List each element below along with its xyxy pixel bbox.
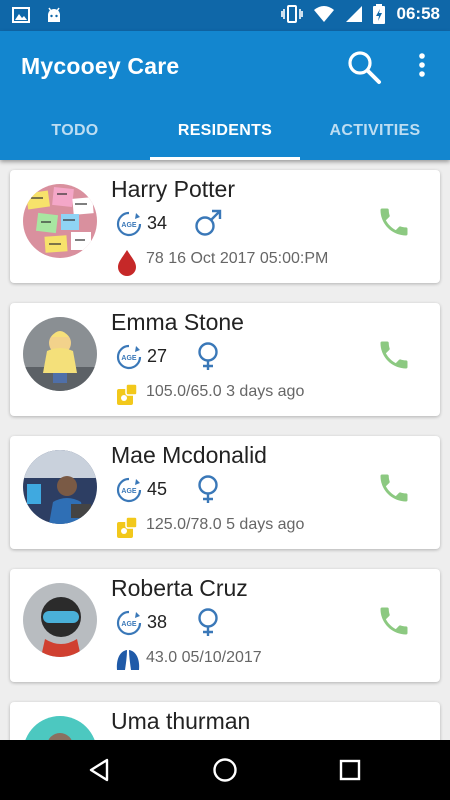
age-value: 27	[147, 346, 168, 366]
app-bar: Mycooey Care TODO RESIDENTS ACTIVITIES	[0, 31, 450, 160]
avatar	[23, 716, 97, 740]
svg-text:AGE: AGE	[121, 355, 137, 362]
age-value: 34	[147, 213, 168, 233]
svg-text:AGE: AGE	[121, 222, 137, 229]
home-icon[interactable]	[211, 756, 239, 784]
navigation-bar	[0, 740, 450, 800]
search-icon[interactable]	[346, 49, 382, 85]
resident-name: Mae Mcdonalid	[111, 442, 267, 468]
back-icon[interactable]	[86, 756, 114, 784]
status-time: 06:58	[396, 4, 440, 23]
female-icon	[198, 342, 218, 370]
tab-bar: TODO RESIDENTS ACTIVITIES	[0, 113, 450, 160]
resident-card[interactable]: Mae Mcdonalid AGE 45 125.0/78.0 5 days a…	[10, 436, 440, 549]
more-options-icon[interactable]	[412, 49, 432, 85]
age-icon: AGE	[116, 610, 142, 636]
active-tab-indicator	[150, 157, 300, 160]
tab-label: TODO	[51, 122, 99, 139]
residents-list[interactable]: Harry Potter AGE 34 78 16 Oct 2017 05:00…	[0, 160, 450, 740]
resident-name: Harry Potter	[111, 176, 235, 202]
tab-residents[interactable]: RESIDENTS	[150, 113, 300, 160]
age-icon: AGE	[116, 477, 142, 503]
signal-icon	[345, 6, 362, 22]
svg-text:AGE: AGE	[121, 488, 137, 495]
resident-name: Uma thurman	[111, 708, 251, 734]
call-icon[interactable]	[376, 603, 412, 639]
male-icon	[195, 209, 222, 236]
age-value: 45	[147, 479, 168, 499]
recent-apps-icon[interactable]	[336, 756, 364, 784]
resident-card[interactable]: Uma thurman	[10, 702, 440, 740]
female-icon	[198, 608, 218, 636]
resident-name: Emma Stone	[111, 309, 244, 335]
app-title: Mycooey Care	[21, 53, 180, 79]
call-icon[interactable]	[376, 470, 412, 506]
lungs-icon	[116, 650, 140, 670]
status-bar: 06:58	[0, 0, 450, 31]
tab-todo[interactable]: TODO	[0, 113, 150, 160]
vital-reading: 78 16 Oct 2017 05:00:PM	[146, 250, 329, 267]
vital-reading: 125.0/78.0 5 days ago	[146, 516, 305, 533]
tab-label: RESIDENTS	[177, 122, 273, 139]
age-icon: AGE	[116, 211, 142, 237]
tab-label: ACTIVITIES	[329, 122, 421, 139]
avatar	[23, 583, 97, 657]
age-icon: AGE	[116, 344, 142, 370]
resident-card[interactable]: Harry Potter AGE 34 78 16 Oct 2017 05:00…	[10, 170, 440, 283]
resident-card[interactable]: Emma Stone AGE 27 105.0/65.0 3 days ago	[10, 303, 440, 416]
blood-pressure-icon	[117, 516, 138, 538]
vital-reading: 105.0/65.0 3 days ago	[146, 383, 305, 400]
call-icon[interactable]	[376, 204, 412, 240]
image-notification-icon	[12, 7, 30, 23]
battery-icon	[372, 4, 385, 24]
resident-card[interactable]: Roberta Cruz AGE 38 43.0 05/10/2017	[10, 569, 440, 682]
vital-reading: 43.0 05/10/2017	[146, 649, 262, 666]
resident-name: Roberta Cruz	[111, 575, 248, 601]
tab-activities[interactable]: ACTIVITIES	[300, 113, 450, 160]
call-icon[interactable]	[376, 337, 412, 373]
wifi-icon	[313, 6, 334, 22]
age-value: 38	[147, 612, 168, 632]
android-notification-icon	[48, 7, 60, 22]
blood-drop-icon	[118, 250, 136, 276]
female-icon	[198, 475, 218, 503]
blood-pressure-icon	[117, 383, 138, 405]
avatar	[23, 317, 97, 391]
vibrate-icon	[280, 5, 303, 23]
svg-text:AGE: AGE	[121, 621, 137, 628]
avatar	[23, 184, 97, 258]
avatar	[23, 450, 97, 524]
